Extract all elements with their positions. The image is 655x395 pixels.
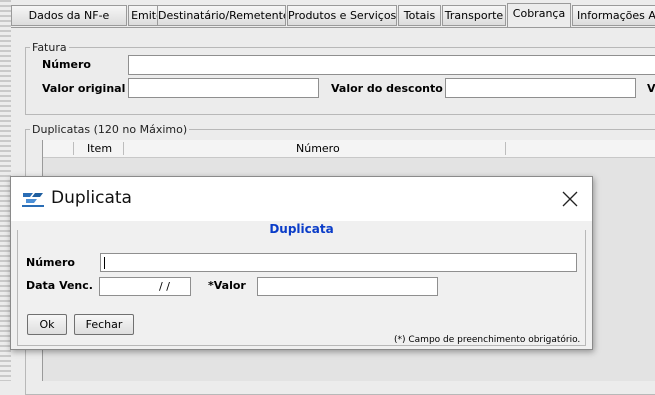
column-separator xyxy=(73,142,74,155)
tab-informacoes-adicionais[interactable]: Informações Adi xyxy=(572,5,655,26)
fatura-numero-input[interactable] xyxy=(128,55,655,75)
tab-dados-nfe[interactable]: Dados da NF-e xyxy=(11,5,127,26)
duplicata-dialog: Duplicata Duplicata Número Data Venc. / … xyxy=(10,176,593,350)
duplicatas-legend: Duplicatas (120 no Máximo) xyxy=(32,123,188,136)
column-header-item[interactable]: Item xyxy=(87,142,112,155)
tab-transporte[interactable]: Transporte xyxy=(442,5,506,26)
dialog-titlebar: Duplicata xyxy=(11,177,592,221)
valor-label: *Valor xyxy=(208,279,246,292)
fatura-numero-label: Número xyxy=(42,58,91,71)
data-venc-input[interactable]: / / xyxy=(99,277,191,296)
close-icon xyxy=(562,191,578,207)
column-separator xyxy=(505,142,506,155)
dialog-numero-label: Número xyxy=(26,256,75,269)
app-logo-icon xyxy=(22,193,44,207)
duplicata-group-title-wrapper: Duplicata xyxy=(11,222,592,236)
valor-original-input[interactable] xyxy=(128,78,319,98)
data-venc-mask: / / xyxy=(159,280,170,293)
data-venc-label: Data Venc. xyxy=(26,279,93,292)
dialog-close-button[interactable] xyxy=(552,185,588,213)
dialog-body: Duplicata Número Data Venc. / / *Valor O… xyxy=(11,221,592,349)
text-cursor xyxy=(104,257,105,269)
duplicata-group-title: Duplicata xyxy=(265,222,338,236)
tab-bar: Dados da NF-e Emitente Destinatário/Reme… xyxy=(11,0,655,28)
ok-button[interactable]: Ok xyxy=(27,314,67,335)
duplicatas-table-header: Item Número xyxy=(43,140,655,158)
fatura-legend: Fatura xyxy=(32,41,67,54)
column-separator xyxy=(123,142,124,155)
valor-desconto-input[interactable] xyxy=(445,78,636,98)
tab-totais[interactable]: Totais xyxy=(398,5,441,26)
valor-desconto-label: Valor do desconto xyxy=(331,82,443,95)
tab-destinatario[interactable]: Destinatário/Remetente xyxy=(157,5,286,26)
tab-produtos-servicos[interactable]: Produtos e Serviços xyxy=(287,5,397,26)
required-field-note: (*) Campo de preenchimento obrigatório. xyxy=(394,335,581,345)
valor-input[interactable] xyxy=(257,277,438,296)
dialog-numero-input[interactable] xyxy=(100,253,577,272)
fechar-button[interactable]: Fechar xyxy=(74,314,134,335)
valor-liquido-label-truncated: V xyxy=(647,82,655,95)
dialog-title: Duplicata xyxy=(51,188,132,208)
valor-original-label: Valor original xyxy=(42,82,126,95)
column-header-numero[interactable]: Número xyxy=(296,142,340,155)
tab-cobranca[interactable]: Cobrança xyxy=(507,3,571,28)
